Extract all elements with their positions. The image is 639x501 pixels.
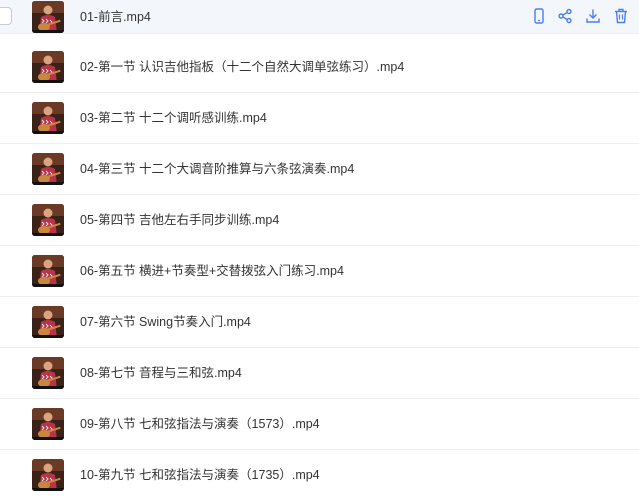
row-separator (0, 33, 639, 34)
file-name[interactable]: 05-第四节 吉他左右手同步训练.mp4 (80, 212, 279, 228)
phone-icon[interactable] (530, 7, 548, 25)
video-thumbnail (32, 204, 64, 236)
video-thumbnail (32, 102, 64, 134)
file-name[interactable]: 03-第二节 十二个调听感训练.mp4 (80, 110, 267, 126)
video-thumbnail (32, 306, 64, 338)
delete-icon[interactable] (612, 7, 630, 25)
file-row[interactable]: 08-第七节 音程与三和弦.mp4 (0, 348, 639, 399)
file-name[interactable]: 01-前言.mp4 (80, 9, 151, 25)
file-row[interactable]: 10-第九节 七和弦指法与演奏（1735）.mp4 (0, 450, 639, 501)
video-thumbnail (32, 153, 64, 185)
file-row[interactable]: 04-第三节 十二个大调音阶推算与六条弦演奏.mp4 (0, 144, 639, 195)
file-row[interactable]: 07-第六节 Swing节奏入门.mp4 (0, 297, 639, 348)
file-row[interactable]: 02-第一节 认识吉他指板（十二个自然大调单弦练习）.mp4 (0, 42, 639, 93)
row-checkbox[interactable] (0, 7, 12, 25)
row-actions (530, 7, 630, 25)
video-thumbnail (32, 408, 64, 440)
file-name[interactable]: 10-第九节 七和弦指法与演奏（1735）.mp4 (80, 467, 320, 483)
file-name[interactable]: 06-第五节 横进+节奏型+交替拨弦入门练习.mp4 (80, 263, 344, 279)
video-thumbnail (32, 51, 64, 83)
file-row[interactable]: 01-前言.mp4 (0, 0, 639, 34)
file-name[interactable]: 02-第一节 认识吉他指板（十二个自然大调单弦练习）.mp4 (80, 59, 404, 75)
file-list: 01-前言.mp4 02-第一节 认识吉他指板（十二个自然大调单弦练习）.mp4… (0, 0, 639, 496)
file-row[interactable]: 09-第八节 七和弦指法与演奏（1573）.mp4 (0, 399, 639, 450)
video-thumbnail (32, 255, 64, 287)
file-name[interactable]: 09-第八节 七和弦指法与演奏（1573）.mp4 (80, 416, 320, 432)
file-row[interactable]: 05-第四节 吉他左右手同步训练.mp4 (0, 195, 639, 246)
video-thumbnail (32, 357, 64, 389)
file-name[interactable]: 04-第三节 十二个大调音阶推算与六条弦演奏.mp4 (80, 161, 354, 177)
file-name[interactable]: 07-第六节 Swing节奏入门.mp4 (80, 314, 251, 330)
file-row[interactable]: 06-第五节 横进+节奏型+交替拨弦入门练习.mp4 (0, 246, 639, 297)
video-thumbnail (32, 459, 64, 491)
file-name[interactable]: 08-第七节 音程与三和弦.mp4 (80, 365, 242, 381)
file-row[interactable]: 03-第二节 十二个调听感训练.mp4 (0, 93, 639, 144)
video-thumbnail (32, 1, 64, 33)
share-icon[interactable] (556, 7, 574, 25)
download-icon[interactable] (584, 7, 602, 25)
